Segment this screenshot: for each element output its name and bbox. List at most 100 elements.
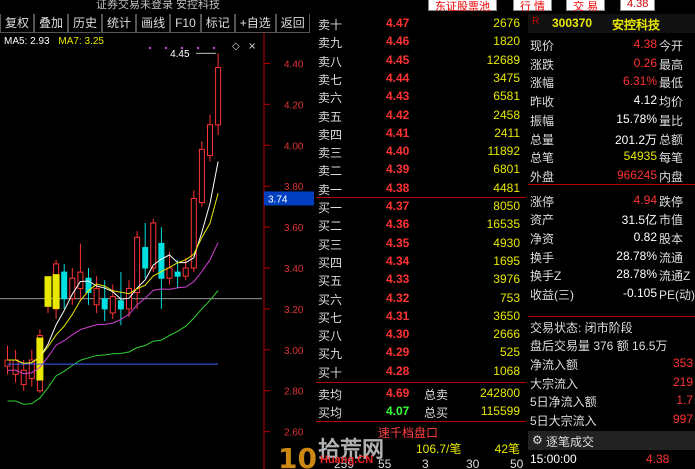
ask-level-label: 卖四 [318,127,343,142]
ask-row[interactable]: 卖五 4.42 2458 [316,106,526,125]
price-axis-label: 4.40 [284,59,304,70]
ask-row[interactable]: 卖八 4.45 12689 [316,51,526,70]
trade-button[interactable]: 交 易 [566,0,606,13]
ask-row[interactable]: 卖十 4.47 2676 [316,14,526,33]
candle-body [61,271,68,300]
stat-label-2: 均价 [659,95,684,110]
stock-code: 300370 [552,16,593,30]
ask-level-label: 卖一 [318,182,343,197]
ask-row[interactable]: 卖九 4.46 1820 [316,32,526,51]
stat-label: 现价 [530,39,555,53]
stat-row: 涨跌 0.26 最高 [528,54,695,73]
toolbar-history[interactable]: 历史 [68,14,103,33]
ask-price: 4.42 [386,107,410,122]
stat-label-2: 流通 [659,250,684,265]
diamond-icon[interactable]: ◇ [232,41,240,52]
stat-label-2: PE(动) [659,288,695,303]
stat-value: 0.26 [633,55,657,70]
total-buy-volume: 115599 [480,404,520,418]
bid-row[interactable]: 买十 4.28 1068 [316,362,526,381]
bottom-number: 50 [510,457,524,469]
chart-canvas[interactable]: 4.404.204.003.803.603.403.203.002.802.60… [0,33,315,469]
flow-row: 大宗流入 219 [528,373,695,392]
candle-body [109,296,116,314]
bid-row[interactable]: 买一 4.37 8050 [316,197,526,216]
after-hours-row: 盘后交易量 376 额 16.5万 [528,335,695,354]
ma5-label: MA5: 2.93 [4,36,50,47]
ask-price: 4.47 [386,16,410,30]
stat-label: 振幅 [530,113,555,128]
quote-button[interactable]: 行 情 [513,0,553,13]
stat-row: 振幅 15.78% 量比 [528,110,695,129]
toolbar-mark[interactable]: 标记 [200,14,235,33]
ask-price: 4.45 [386,52,410,67]
bottom-number: 30 [466,457,480,469]
bid-row[interactable]: 买六 4.32 753 [316,289,526,308]
ma7-label: MA7: 3.25 [58,36,104,47]
candle-body [93,287,100,306]
ticks-tab-row[interactable]: ⚙ 逐笔成交 [528,431,695,450]
stock-pool-button[interactable]: 东证股票池 [428,0,497,13]
bid-level-label: 买三 [318,237,343,252]
marker-dot [164,46,168,50]
marker-dot [148,46,152,50]
bid-row[interactable]: 买四 4.34 1695 [316,252,526,271]
ma5-line [7,161,219,364]
bid-row[interactable]: 买五 4.33 3976 [316,270,526,289]
ask-price: 4.41 [386,125,410,140]
toolbar-stats[interactable]: 统计 [102,14,137,33]
flow-value: 997 [672,411,693,426]
tick-row: 15:00:00 4.38 [528,450,695,469]
bid-row[interactable]: 买二 4.36 16535 [316,215,526,234]
stat-label-2: 量比 [659,113,684,128]
toolbar-f10[interactable]: F10 [170,14,201,33]
ask-row[interactable]: 卖三 4.40 11892 [316,142,526,161]
toolbar-add-favorite[interactable]: +自选 [234,14,276,33]
chart-toolbar: 复权 叠加 历史 统计 画线 F10 标记 +自选 返回 [0,14,315,33]
candle-body [215,67,222,126]
stat-label-2: 每笔 [659,151,684,166]
price-display-button[interactable]: 4.38 [620,0,656,11]
ask-row[interactable]: 卖七 4.44 3475 [316,69,526,88]
ask-volume: 6581 [493,89,520,104]
stock-name: 安控科技 [612,18,661,32]
tick-time: 15:00:00 [530,452,577,466]
bid-row[interactable]: 买三 4.35 4930 [316,234,526,253]
bid-price: 4.34 [386,253,410,268]
close-chart-icon[interactable]: × [248,41,256,52]
bid-level-label: 买七 [318,310,343,325]
marker-dot [212,46,216,50]
toolbar-back[interactable]: 返回 [275,14,310,33]
candle-body [4,359,11,367]
ma-legend: MA5: 2.93 MA7: 3.25 [4,36,110,47]
flow-label: 5日大宗流入 [530,413,597,428]
candle-body [101,298,108,310]
flow-row: 5日大宗流入 997 [528,410,695,429]
toolbar-draw[interactable]: 画线 [136,14,171,33]
stat-label-2: 最低 [659,76,684,91]
ask-volume: 2411 [494,125,520,140]
stats-divider [528,184,695,185]
toolbar-overlay[interactable]: 叠加 [34,14,69,33]
bid-row[interactable]: 买七 4.31 3650 [316,307,526,326]
stat-value: 31.5亿 [621,213,657,228]
ask-row[interactable]: 卖二 4.39 6801 [316,160,526,179]
candlestick-chart[interactable]: 4.40 4.20 4.00 3.80 3.60 3.40 3.20 3.00 2.80 2.60… [0,33,315,469]
after-hours-volume: 盘后交易量 376 额 16.5万 [530,339,668,353]
toolbar-restore-rights[interactable]: 复权 [0,14,35,33]
stat-value: 15.78% [616,111,657,126]
bid-row[interactable]: 买九 4.29 525 [316,343,526,362]
ticks-tab[interactable]: 逐笔成交 [546,433,594,450]
bid-volume: 2666 [493,327,520,342]
avg-sell-label: 卖均 [318,388,343,402]
stock-header: 300370 安控科技 R [528,14,695,33]
stat-label: 外盘 [530,169,555,184]
ask-row[interactable]: 卖四 4.41 2411 [316,124,526,143]
bid-price: 4.28 [386,363,410,378]
gear-icon[interactable]: ⚙ [532,433,543,447]
bid-volume: 1068 [493,363,520,378]
bid-row[interactable]: 买八 4.30 2666 [316,325,526,344]
ask-row[interactable]: 卖六 4.43 6581 [316,87,526,106]
price-axis-label: 3.60 [284,223,304,234]
ask-row[interactable]: 卖一 4.38 4481 [316,179,526,198]
